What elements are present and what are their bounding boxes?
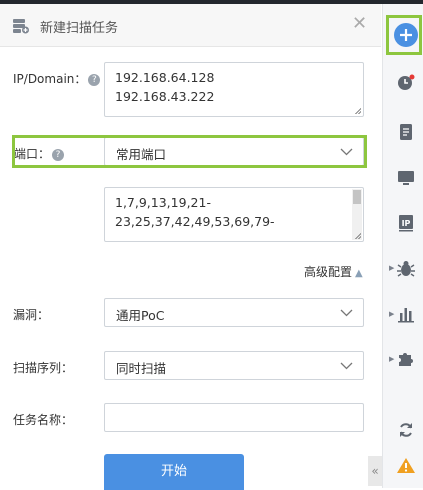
expand-arrow-icon[interactable]: ▶ (389, 264, 394, 272)
add-icon[interactable] (394, 23, 418, 47)
advanced-config-toggle[interactable]: 高级配置 ▲ (304, 263, 363, 280)
advanced-config-label: 高级配置 (304, 265, 353, 279)
port-label: 端口：? (14, 145, 65, 162)
document-icon[interactable] (396, 122, 416, 142)
port-list-textarea[interactable]: 1,7,9,13,19,21- 23,25,37,42,49,53,69,79- (104, 187, 364, 242)
resize-handle[interactable] (354, 107, 361, 114)
start-button[interactable]: 开始 (104, 454, 244, 490)
scan-order-select-value: 同时扫描 (116, 361, 167, 376)
task-name-input[interactable] (104, 403, 364, 432)
expand-arrow-icon[interactable]: ▶ (389, 355, 394, 363)
task-name-label: 任务名称： (13, 413, 74, 427)
help-icon[interactable]: ? (52, 149, 65, 161)
ip-line: 192.168.43.222 (115, 89, 215, 104)
ip-domain-label: IP/Domain：? (13, 70, 101, 87)
scan-order-select[interactable]: 同时扫描 (104, 351, 364, 380)
warning-icon[interactable] (396, 456, 416, 476)
port-select-value: 常用端口 (116, 147, 167, 162)
ip-icon[interactable]: IP (396, 213, 416, 233)
dialog-title: 新建扫描任务 (40, 21, 119, 36)
ip-icon-text: IP (402, 219, 411, 228)
resize-handle[interactable] (354, 232, 361, 239)
bar-chart-icon[interactable] (396, 304, 416, 324)
port-line: 23,25,37,42,49,53,69,79- (115, 214, 275, 229)
port-line: 1,7,9,13,19,21- (115, 195, 211, 210)
vuln-select-value: 通用PoC (116, 308, 165, 323)
new-scan-icon (12, 18, 30, 38)
chevron-down-icon (340, 142, 353, 166)
history-clock-icon[interactable] (396, 73, 416, 93)
ip-domain-label-text: IP/Domain： (13, 72, 87, 86)
scan-order-label: 扫描序列： (13, 361, 74, 375)
vuln-select[interactable]: 通用PoC (104, 298, 364, 327)
scrollbar-thumb[interactable] (353, 190, 361, 204)
ip-line: 192.168.64.128 (115, 70, 215, 85)
chevron-down-icon (340, 303, 353, 327)
monitor-icon[interactable] (396, 168, 416, 188)
port-label-text: 端口： (14, 147, 51, 161)
port-select[interactable]: 常用端口 (104, 137, 364, 166)
dialog-header: 新建扫描任务 ✕ (0, 4, 381, 47)
chevron-down-icon (340, 356, 353, 380)
caret-up-icon: ▲ (355, 268, 363, 279)
ip-domain-textarea[interactable]: 192.168.64.128 192.168.43.222 (104, 62, 364, 117)
help-icon[interactable]: ? (88, 74, 101, 86)
close-icon[interactable]: ✕ (352, 13, 367, 34)
puzzle-plugin-icon[interactable] (396, 348, 416, 368)
bug-icon[interactable] (396, 259, 416, 279)
expand-arrow-icon[interactable]: ▶ (389, 310, 394, 318)
refresh-icon[interactable] (396, 420, 416, 440)
vuln-label: 漏洞： (13, 308, 50, 322)
collapse-panel-button[interactable]: « (368, 456, 382, 486)
